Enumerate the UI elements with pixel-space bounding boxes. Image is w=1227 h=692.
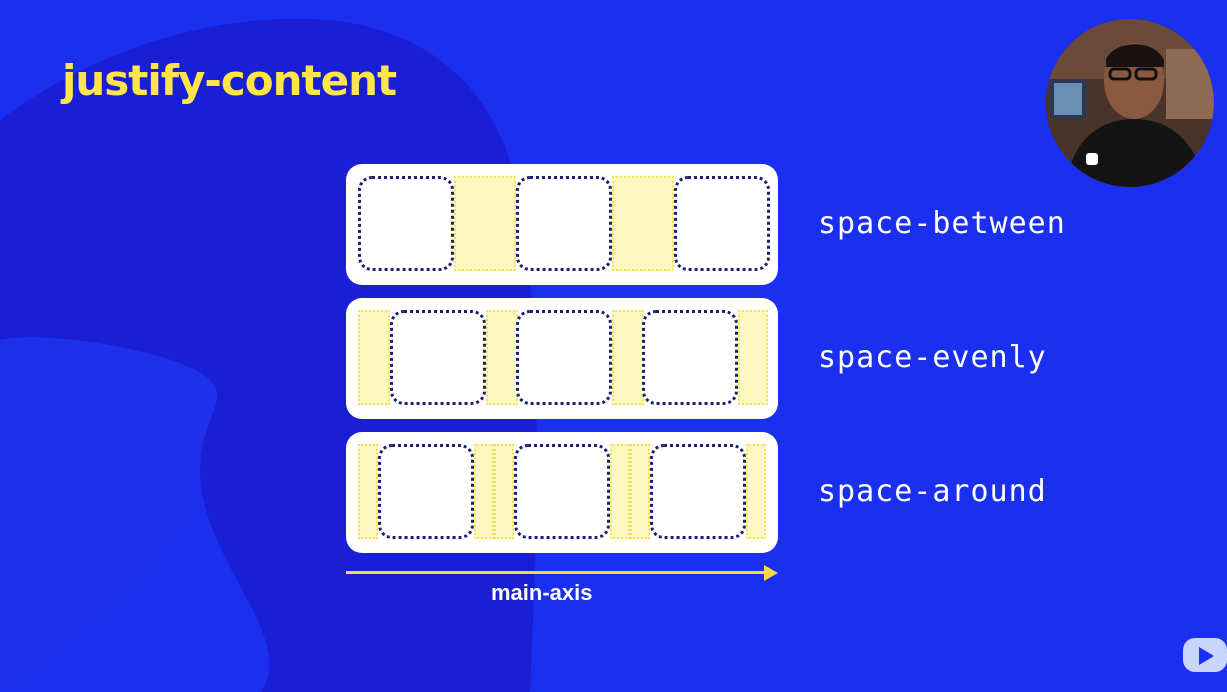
flex-item (650, 444, 746, 539)
flex-item (516, 176, 612, 271)
free-space (474, 444, 494, 539)
free-space (358, 310, 390, 405)
free-space (630, 444, 650, 539)
presenter-webcam (1046, 19, 1214, 187)
label-space-between: space-between (818, 206, 1066, 241)
free-space (486, 310, 518, 405)
label-space-evenly: space-evenly (818, 340, 1047, 375)
flex-item (674, 176, 770, 271)
flex-item (390, 310, 486, 405)
free-space (612, 176, 674, 271)
free-space (746, 444, 766, 539)
slide-title: justify-content (62, 56, 397, 105)
flex-item (514, 444, 610, 539)
flex-container-space-evenly (346, 298, 778, 419)
flex-container-space-around (346, 432, 778, 553)
flex-item (378, 444, 474, 539)
arrow-right-icon (764, 565, 778, 581)
play-logo-icon (1183, 638, 1227, 672)
free-space (610, 444, 630, 539)
free-space (454, 176, 516, 271)
free-space (738, 310, 768, 405)
free-space (494, 444, 514, 539)
label-space-around: space-around (818, 474, 1047, 509)
flex-item (358, 176, 454, 271)
flex-item (642, 310, 738, 405)
flex-container-space-between (346, 164, 778, 285)
flex-item (516, 310, 612, 405)
main-axis-line (346, 571, 766, 574)
free-space (612, 310, 644, 405)
main-axis-label: main-axis (491, 580, 593, 605)
free-space (358, 444, 378, 539)
